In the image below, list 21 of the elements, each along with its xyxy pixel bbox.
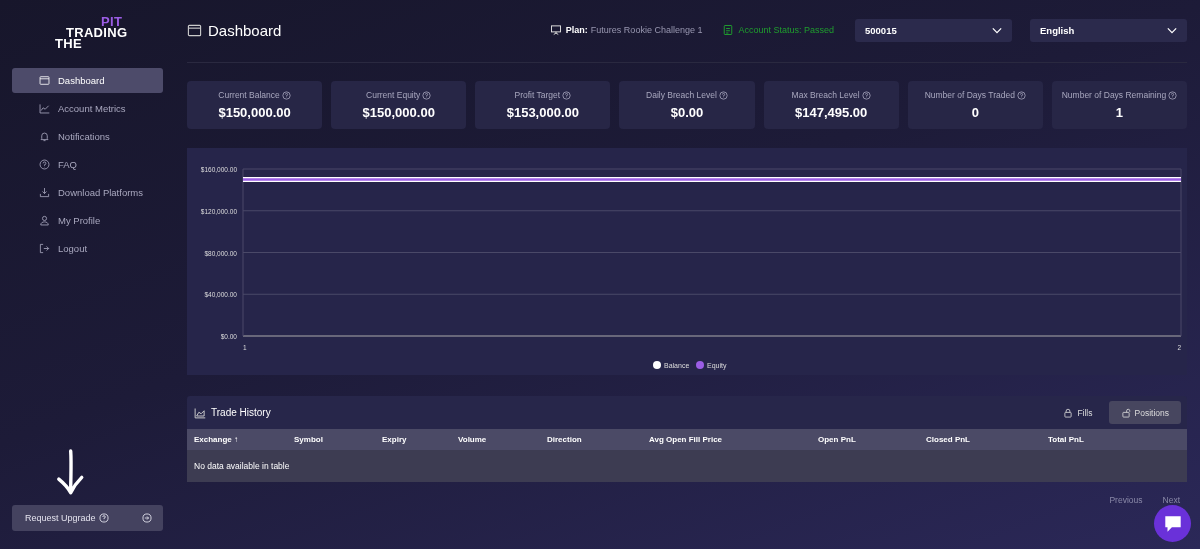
account-status: Account Status: Passed bbox=[738, 25, 834, 35]
plan-value: Futures Rookie Challenge 1 bbox=[590, 25, 703, 35]
stat-label: Number of Days Traded bbox=[924, 90, 1015, 100]
stat-label: Max Breach Level bbox=[791, 90, 860, 100]
plan-label: Plan: bbox=[565, 25, 588, 35]
stat-value: 1 bbox=[1115, 105, 1124, 120]
stat-label: Daily Breach Level bbox=[646, 90, 717, 100]
stat-label: Current Equity bbox=[366, 90, 421, 100]
stat-label: Current Balance bbox=[218, 90, 280, 100]
panel-title: Trade History bbox=[211, 407, 271, 418]
page-title: Dashboard bbox=[208, 21, 282, 39]
stat-label: Profit Target bbox=[514, 90, 561, 100]
stat-value: 0 bbox=[971, 105, 979, 120]
stat-value: $147,495.00 bbox=[795, 105, 868, 120]
logo: PIT TRADING THE bbox=[55, 16, 129, 49]
stat-label: Number of Days Remaining bbox=[1061, 90, 1167, 100]
stat-value: $153,000.00 bbox=[506, 105, 579, 120]
empty-message: No data available in table bbox=[194, 461, 290, 471]
stat-value: $150,000.00 bbox=[218, 105, 291, 120]
stat-value: $150,000.00 bbox=[362, 105, 435, 120]
stat-value: $0.00 bbox=[670, 105, 704, 120]
